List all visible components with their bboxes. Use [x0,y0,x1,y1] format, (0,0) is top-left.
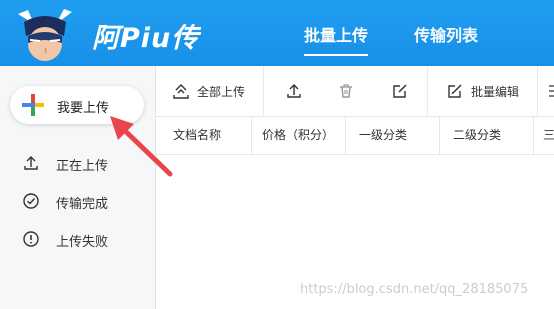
edit-icon [393,84,407,98]
upload-all-icon [173,84,189,99]
upload-icon [287,84,301,98]
toolbar-divider [263,66,264,116]
column-divider [345,117,346,154]
upload-button[interactable]: 我要上传 [10,86,144,124]
overflow-toolbar-button[interactable] [548,66,554,116]
toolbar-divider [537,66,538,116]
batch-edit-label: 批量编辑 [471,85,520,99]
partial-icon [549,85,554,97]
tab-transfer-list[interactable]: 传输列表 [414,22,478,46]
column-header-price[interactable]: 价格（积分） [262,117,334,154]
upload-all-button[interactable]: 全部上传 [172,66,264,116]
column-divider [533,117,534,154]
toolbar-divider [427,66,428,116]
tab-batch-upload[interactable]: 批量上传 [304,22,369,56]
column-header-doc-name[interactable]: 文档名称 [173,117,221,154]
upload-button-toolbar[interactable] [282,66,308,116]
delete-button[interactable] [334,66,360,116]
app-header: 阿Piu传 批量上传 传输列表 [0,0,554,66]
upload-all-label: 全部上传 [197,85,246,99]
column-divider [439,117,440,154]
column-header-category-1[interactable]: 一级分类 [359,117,407,154]
upload-icon [24,156,38,170]
table-header: 文档名称 价格（积分） 一级分类 二级分类 三 [156,117,554,155]
app-logo-text: 阿Piu传 [92,23,200,54]
batch-edit-button[interactable]: 批量编辑 [446,66,530,116]
exclamation-circle-icon [23,231,39,247]
edit-button[interactable] [388,66,414,116]
upload-button-label: 我要上传 [57,101,110,116]
trash-icon [340,84,352,98]
logo-mascot-icon [18,9,72,61]
check-circle-icon [23,193,39,209]
sidebar-item-label: 正在上传 [56,159,109,174]
column-header-category-3[interactable]: 三 [543,117,554,154]
watermark-text: https://blog.csdn.net/qq_28185075 [300,282,529,297]
column-divider [251,117,252,154]
google-plus-icon [22,94,44,116]
column-header-category-2[interactable]: 二级分类 [453,117,501,154]
sidebar-item-label: 上传失败 [56,235,109,250]
batch-edit-icon [448,84,462,98]
toolbar: 全部上传 批量编辑 [156,66,554,117]
sidebar: 我要上传 [0,66,156,309]
sidebar-item-label: 传输完成 [56,197,109,212]
